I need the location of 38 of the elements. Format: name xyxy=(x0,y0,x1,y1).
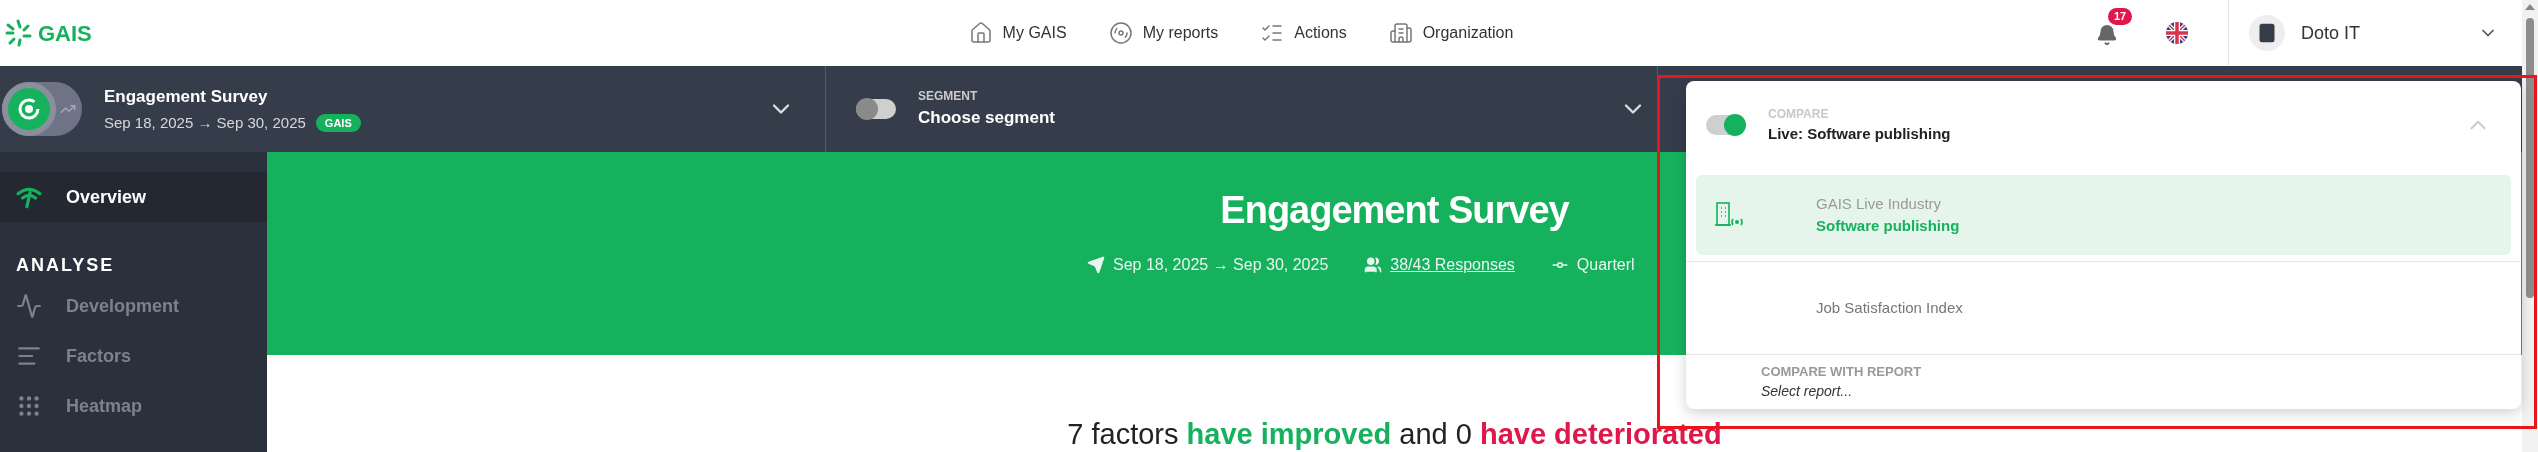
ring-icon xyxy=(17,97,41,121)
banner-title: Engagement Survey xyxy=(1220,188,1569,233)
banner-meta-text: Quarterl xyxy=(1576,255,1635,275)
logo-icon xyxy=(4,18,34,48)
toggle-switch[interactable] xyxy=(1706,115,1746,135)
logo-text: GAIS xyxy=(38,19,92,48)
segment-value: Choose segment xyxy=(918,107,1055,130)
report-label: COMPARE WITH REPORT xyxy=(1761,362,1923,381)
survey-title: Engagement Survey xyxy=(104,85,269,108)
sidebar-heading: ANALYSE xyxy=(15,254,116,277)
nav-link[interactable]: My reports xyxy=(1108,21,1219,45)
building-icon xyxy=(1388,21,1413,45)
house-icon xyxy=(968,21,993,45)
compare-value: Live: Software publishing xyxy=(1768,123,1951,144)
option-group: GAIS Live Industry xyxy=(1816,192,1960,215)
banner-meta-text: Sep 18, 2025 → Sep 30, 2025 xyxy=(1113,255,1329,275)
nav-link[interactable]: Actions xyxy=(1260,21,1347,45)
source-tag: GAIS xyxy=(315,114,361,133)
summary-sentence: 7 factors have improved and 0 have deteriorated xyxy=(1067,417,1722,452)
building-icon xyxy=(2257,23,2277,43)
disc-icon xyxy=(1108,21,1133,45)
segment-label: SEGMENT xyxy=(918,88,979,106)
flag-icon[interactable] xyxy=(2166,22,2188,44)
notification-count: 17 xyxy=(2108,8,2133,25)
sidebar-item[interactable]: Overview xyxy=(0,172,267,222)
trend-icon xyxy=(16,293,42,319)
survey-dates: Sep 18, 2025 → Sep 30, 2025 xyxy=(104,113,306,133)
toggle-switch[interactable] xyxy=(856,99,896,119)
bell-icon xyxy=(2096,24,2118,46)
nav-link[interactable]: Organization xyxy=(1388,21,1514,45)
report-select[interactable]: Select report... xyxy=(1761,381,2161,403)
people-icon xyxy=(1364,256,1383,274)
dots-icon xyxy=(16,393,42,419)
notifications-button[interactable]: 17 xyxy=(2092,8,2136,52)
paper-plane-icon xyxy=(1087,256,1105,274)
option-label: Job Satisfaction Index xyxy=(1816,297,1963,318)
option-label: Software publishing xyxy=(1816,216,1960,236)
nav-link[interactable]: My GAIS xyxy=(968,21,1067,45)
